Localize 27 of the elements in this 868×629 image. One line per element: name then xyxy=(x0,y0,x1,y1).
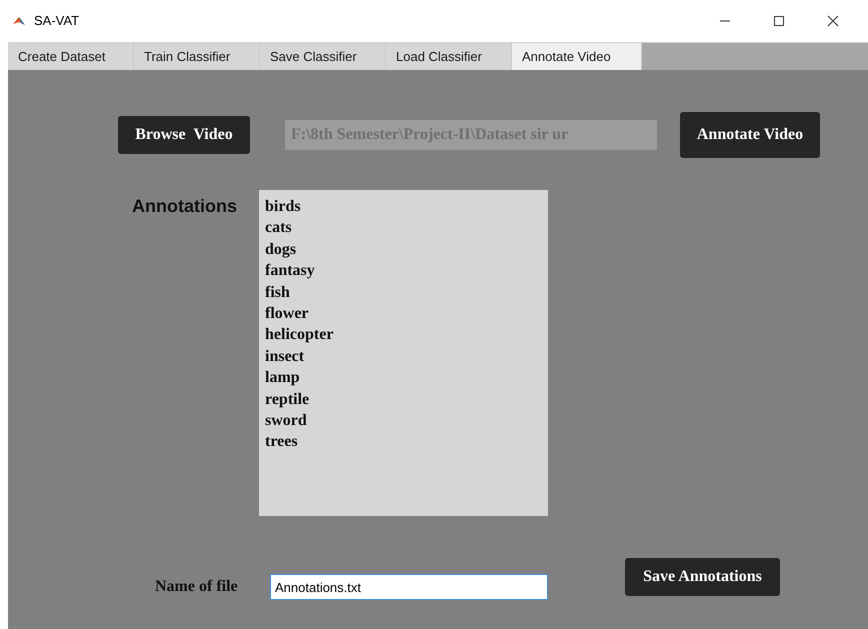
list-item[interactable]: trees xyxy=(265,431,548,453)
save-annotations-button[interactable]: Save Annotations xyxy=(625,558,780,596)
list-item[interactable]: flower xyxy=(265,303,548,324)
annotations-label: Annotations xyxy=(132,195,238,218)
file-name-label: Name of file xyxy=(155,577,239,597)
annotate-video-button[interactable]: Annotate Video xyxy=(680,112,820,158)
list-item[interactable]: sword xyxy=(265,410,548,432)
tab[interactable]: Create Dataset xyxy=(8,43,134,70)
list-item[interactable]: fantasy xyxy=(265,260,548,282)
window-title: SA-VAT xyxy=(34,12,80,30)
tab[interactable]: Train Classifier xyxy=(134,43,260,70)
list-item[interactable]: reptile xyxy=(265,388,548,410)
list-item[interactable]: cats xyxy=(265,217,548,239)
tab[interactable]: Load Classifier xyxy=(386,43,512,70)
list-item[interactable]: insect xyxy=(265,346,548,368)
file-name-field[interactable]: Annotations.txt xyxy=(270,574,548,600)
maximize-icon xyxy=(773,15,785,27)
close-icon xyxy=(827,15,839,27)
list-item[interactable]: helicopter xyxy=(265,324,548,346)
tab[interactable]: Save Classifier xyxy=(260,43,386,70)
list-item[interactable]: lamp xyxy=(265,367,548,389)
annotations-listbox[interactable]: birds cats dogs fantasy fish flower helicopter insect lamp reptile sword trees xyxy=(259,190,548,516)
list-item[interactable]: birds xyxy=(265,196,548,218)
list-item[interactable]: dogs xyxy=(265,238,548,260)
tab[interactable]: Annotate Video xyxy=(512,43,642,70)
browse-video-button[interactable]: Browse Video xyxy=(118,116,250,154)
list-item[interactable]: fish xyxy=(265,282,548,304)
